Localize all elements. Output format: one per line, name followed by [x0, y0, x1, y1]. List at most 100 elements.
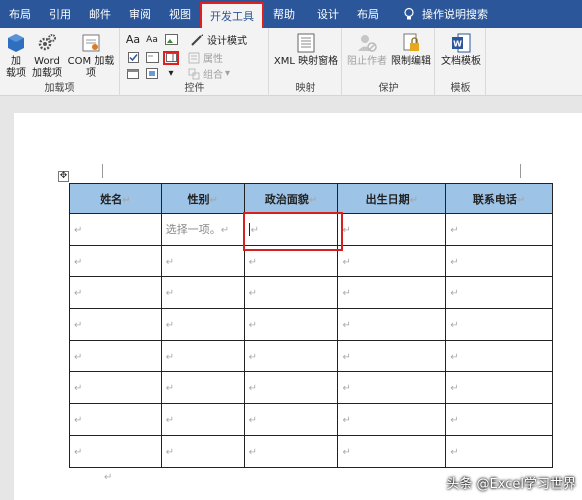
- table-cell[interactable]: ↵: [445, 213, 553, 246]
- group-controls-label: 控件: [184, 83, 205, 94]
- addins-button[interactable]: 加 载项: [2, 32, 30, 80]
- header-political-status: 政治面貌↵: [243, 183, 339, 214]
- table-cell[interactable]: ↵: [445, 339, 553, 373]
- table-cell[interactable]: ↵: [69, 244, 162, 278]
- table-cell[interactable]: ↵: [160, 276, 245, 310]
- design-mode-icon: [191, 33, 203, 46]
- table-cell[interactable]: ↵: [445, 308, 553, 341]
- table-cell[interactable]: ↵: [69, 403, 162, 436]
- combo-box-control-icon[interactable]: [144, 51, 160, 65]
- lightbulb-icon: [404, 7, 414, 20]
- table-cell[interactable]: ↵: [337, 276, 447, 310]
- ribbon-body: 加 载项 Word 加载项 COM 加载项 加载项 Aa Aa 设计模式 属性 …: [0, 28, 582, 96]
- dropdown-list-control-icon[interactable]: [163, 50, 179, 65]
- table-move-handle-icon[interactable]: ✥: [58, 171, 69, 182]
- picture-control-icon[interactable]: [163, 33, 179, 47]
- table-cell[interactable]: ↵: [160, 244, 245, 278]
- table-cell[interactable]: ↵: [337, 403, 447, 436]
- group-addins-label: 加载项: [44, 83, 75, 94]
- restrict-editing-button[interactable]: 限制编辑: [389, 32, 433, 68]
- table-cell[interactable]: ↵: [445, 403, 553, 436]
- properties-button[interactable]: 属性: [188, 50, 223, 65]
- tab-view[interactable]: 视图: [160, 0, 200, 28]
- checkbox-control-icon[interactable]: [125, 51, 141, 65]
- table-cell[interactable]: ↵: [69, 308, 162, 341]
- tab-review[interactable]: 审阅: [120, 0, 160, 28]
- group-protect: 阻止作者 限制编辑 保护: [343, 28, 435, 96]
- table-cell[interactable]: ↵: [445, 244, 553, 278]
- table-cell[interactable]: ↵: [445, 276, 553, 310]
- xml-mapping-pane-button[interactable]: XML 映射窗格: [272, 32, 340, 68]
- block-authors-label: 阻止作者: [347, 56, 387, 67]
- controls-row-2: 属性: [125, 50, 223, 65]
- design-mode-button[interactable]: 设计模式: [207, 32, 247, 47]
- header-phone: 联系电话↵: [445, 183, 553, 214]
- table-cell[interactable]: ↵: [69, 276, 162, 310]
- block-authors-button[interactable]: 阻止作者: [345, 32, 389, 68]
- table-cell[interactable]: ↵: [160, 371, 245, 405]
- tab-table-layout[interactable]: 布局: [348, 0, 388, 28]
- tab-mailings[interactable]: 邮件: [80, 0, 120, 28]
- tab-layout[interactable]: 布局: [0, 0, 40, 28]
- table-row: ↵ ↵ ↵ ↵ ↵: [69, 276, 553, 310]
- margin-mark-left: [102, 164, 103, 178]
- group-mapping: XML 映射窗格 映射: [270, 28, 342, 96]
- svg-text:W: W: [453, 40, 462, 49]
- table-cell[interactable]: ↵: [69, 339, 162, 373]
- properties-label: 属性: [203, 54, 223, 65]
- group-icon: [188, 68, 200, 79]
- table-cell[interactable]: ↵: [243, 403, 339, 436]
- header-name: 姓名↵: [69, 183, 162, 214]
- com-addins-label: COM 加载项: [67, 56, 115, 79]
- gender-dropdown-control[interactable]: 选择一项。↵: [160, 213, 245, 246]
- table-cell[interactable]: ↵: [69, 213, 162, 246]
- com-addins-button[interactable]: COM 加载项: [64, 32, 118, 80]
- table-cell[interactable]: ↵: [160, 308, 245, 341]
- table-header-row: 姓名↵ 性别↵ 政治面貌↵ 出生日期↵ 联系电话↵: [69, 183, 553, 214]
- word-addins-button[interactable]: Word 加载项: [30, 32, 64, 80]
- table-cell[interactable]: ↵: [160, 339, 245, 373]
- watermark: 头条 @Excel学习世界: [446, 477, 576, 492]
- restrict-editing-label: 限制编辑: [391, 56, 431, 67]
- table-cell[interactable]: ↵: [243, 434, 339, 468]
- group-templates-label: 模板: [450, 83, 471, 94]
- highlight-box: [243, 212, 343, 251]
- controls-row-1: Aa Aa 设计模式: [125, 32, 247, 47]
- table-cell[interactable]: ↵: [69, 371, 162, 405]
- group-controls: Aa Aa 设计模式 属性 ▾ 组合 ▾ 控件: [121, 28, 269, 96]
- table-cell[interactable]: ↵: [243, 339, 339, 373]
- table-cell[interactable]: ↵: [337, 308, 447, 341]
- tell-me-search[interactable]: 操作说明搜索: [402, 6, 488, 22]
- table-cell[interactable]: ↵: [337, 244, 447, 278]
- document-template-label: 文档模板: [441, 56, 481, 67]
- table-cell[interactable]: ↵: [160, 434, 245, 468]
- table-row: ↵ ↵ ↵ ↵ ↵: [69, 339, 553, 373]
- table-cell[interactable]: ↵: [160, 403, 245, 436]
- table-cell[interactable]: ↵: [337, 434, 447, 468]
- tab-design[interactable]: 设计: [308, 0, 348, 28]
- table-cell[interactable]: ↵: [445, 434, 553, 468]
- com-addins-icon: [82, 34, 100, 52]
- ribbon-tab-bar: 布局 引用 邮件 审阅 视图 开发工具 帮助 设计 布局 操作说明搜索: [0, 0, 582, 28]
- plain-text-control-icon[interactable]: Aa: [144, 33, 160, 47]
- addins-cube-icon: [8, 34, 24, 52]
- table-row: ↵ ↵ ↵ ↵ ↵: [69, 371, 553, 405]
- group-addins: 加 载项 Word 加载项 COM 加载项 加载项: [0, 28, 120, 96]
- rich-text-control-icon[interactable]: Aa: [125, 33, 141, 47]
- table-cell[interactable]: ↵: [337, 339, 447, 373]
- table-cell[interactable]: ↵: [243, 371, 339, 405]
- group-protect-label: 保护: [378, 83, 399, 94]
- table-cell[interactable]: ↵: [337, 213, 447, 246]
- xml-mapping-label: XML 映射窗格: [273, 56, 339, 67]
- tab-references[interactable]: 引用: [40, 0, 80, 28]
- header-gender: 性别↵: [160, 183, 245, 214]
- table-cell[interactable]: ↵: [243, 276, 339, 310]
- table-cell[interactable]: ↵: [69, 434, 162, 468]
- header-birth-date: 出生日期↵: [337, 183, 447, 214]
- tab-help[interactable]: 帮助: [264, 0, 304, 28]
- table-cell[interactable]: ↵: [337, 371, 447, 405]
- table-cell[interactable]: ↵: [243, 308, 339, 341]
- table-cell[interactable]: ↵: [445, 371, 553, 405]
- document-template-button[interactable]: W 文档模板: [438, 32, 484, 68]
- tab-developer[interactable]: 开发工具: [200, 2, 264, 28]
